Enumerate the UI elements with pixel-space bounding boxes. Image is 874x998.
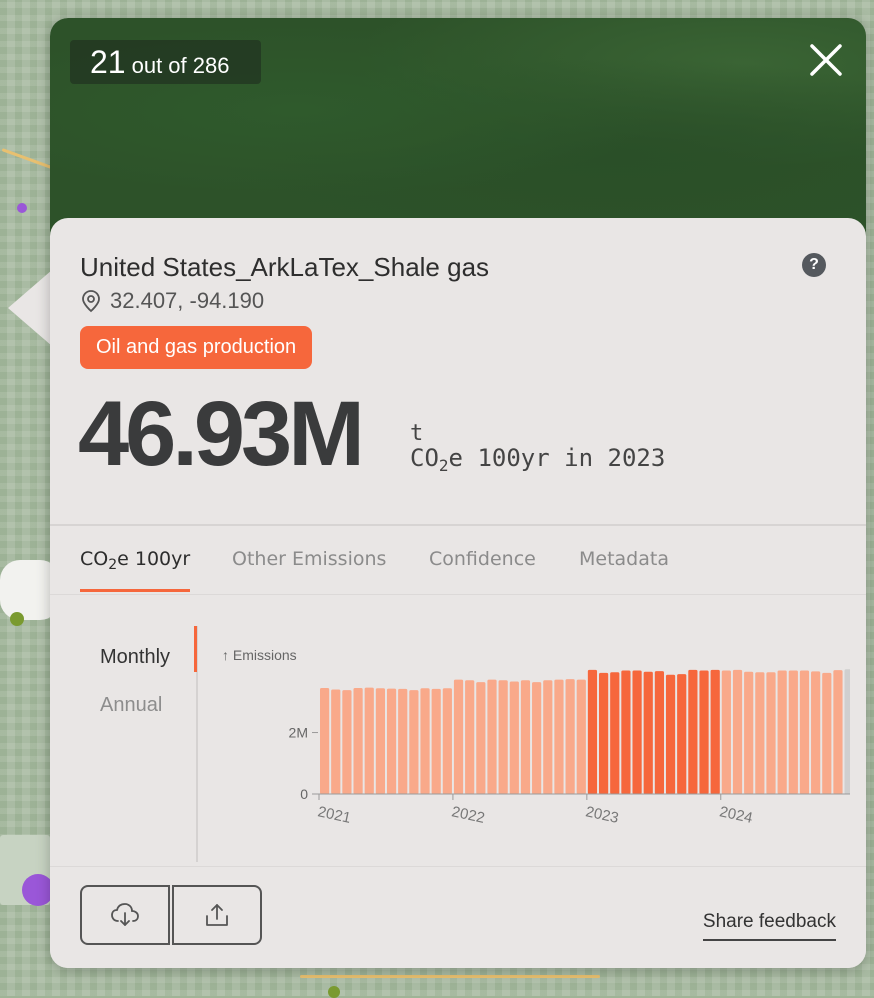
- map-emission-dot[interactable]: [328, 986, 340, 998]
- tab-label-sub: 2: [108, 557, 118, 573]
- detail-panel: United States_ArkLaTex_Shale gas ? 32.40…: [50, 218, 866, 968]
- help-icon[interactable]: ?: [802, 253, 826, 277]
- tab-confidence[interactable]: Confidence: [429, 526, 536, 592]
- share-feedback-link[interactable]: Share feedback: [702, 911, 836, 941]
- emissions-chart[interactable]: ↑ Emissions 02M20212022202320242025: [220, 638, 850, 838]
- chart-bar[interactable]: [833, 670, 843, 794]
- asset-location: 32.407, -94.190: [80, 288, 264, 314]
- share-button[interactable]: [172, 885, 262, 945]
- chart-bar[interactable]: [532, 682, 542, 794]
- chart-bar[interactable]: [599, 672, 609, 794]
- asset-detail-card: 21 out of 286 United States_ArkLaTex_Sha…: [50, 18, 866, 968]
- emissions-desc-suffix: e 100yr in 2023: [448, 444, 666, 472]
- chart-bar[interactable]: [487, 679, 497, 794]
- sector-badge[interactable]: Oil and gas production: [80, 326, 313, 369]
- chart-bar[interactable]: [565, 679, 575, 794]
- chart-bar[interactable]: [710, 669, 720, 794]
- chart-bar[interactable]: [688, 669, 698, 794]
- result-counter: 21 out of 286: [70, 40, 262, 84]
- chart-bar[interactable]: [643, 671, 653, 794]
- tab-metadata[interactable]: Metadata: [579, 526, 669, 592]
- chart-bar[interactable]: [453, 679, 464, 794]
- chart-bar[interactable]: [320, 687, 330, 794]
- card-footer: Share feedback: [50, 866, 866, 968]
- chart-x-tick-label: 2024: [718, 803, 754, 827]
- tab-label-suffix: e 100yr: [117, 548, 191, 570]
- share-icon: [206, 904, 228, 926]
- tab-bar: CO2e 100yr Other Emissions Confidence Me…: [50, 524, 866, 595]
- counter-total: out of 286: [131, 53, 230, 78]
- chart-bar[interactable]: [699, 670, 709, 794]
- emissions-unit: t: [410, 421, 424, 446]
- chart-bar[interactable]: [721, 670, 731, 794]
- chart-bar[interactable]: [509, 681, 519, 794]
- card-pointer: [8, 270, 52, 346]
- chart-bars: [320, 669, 850, 794]
- chart-bar[interactable]: [844, 669, 850, 794]
- period-active-indicator: [194, 626, 197, 672]
- period-monthly[interactable]: Monthly: [100, 646, 170, 669]
- cloud-download-icon: [111, 903, 139, 926]
- chart-bar[interactable]: [576, 679, 586, 794]
- chart-bar[interactable]: [777, 670, 787, 794]
- chart-bar[interactable]: [677, 674, 687, 794]
- chart-bar[interactable]: [744, 671, 754, 794]
- chart-bar[interactable]: [543, 680, 553, 794]
- chart-bar[interactable]: [342, 690, 352, 794]
- emissions-desc-prefix: CO: [410, 444, 439, 472]
- chart-x-tick-label: 2021: [316, 803, 352, 827]
- emissions-desc-sub: 2: [438, 456, 449, 475]
- period-toggle: Monthly Annual: [50, 626, 198, 866]
- chart-bar[interactable]: [610, 672, 620, 794]
- chart-y-axis-label: ↑ Emissions: [222, 647, 297, 663]
- chart-bar[interactable]: [811, 671, 821, 794]
- chart-bar[interactable]: [476, 682, 486, 794]
- close-icon: [810, 44, 842, 76]
- chart-bar[interactable]: [822, 672, 832, 794]
- chart-bar[interactable]: [587, 669, 598, 794]
- chart-bar[interactable]: [420, 688, 430, 794]
- chart-x-tick-label: 2022: [450, 803, 486, 827]
- period-annual[interactable]: Annual: [100, 694, 162, 717]
- chart-bar[interactable]: [788, 670, 798, 794]
- location-pin-icon: [82, 290, 100, 313]
- chart-bar[interactable]: [732, 669, 743, 794]
- chart-bar[interactable]: [386, 688, 397, 794]
- coordinates-text: 32.407, -94.190: [110, 288, 265, 313]
- tab-co2e-100yr[interactable]: CO2e 100yr: [80, 526, 191, 592]
- chart-bar[interactable]: [755, 672, 765, 794]
- chart-bar[interactable]: [799, 670, 810, 794]
- map-emission-dot[interactable]: [17, 203, 27, 213]
- chart-y-tick-label: 0: [300, 786, 308, 802]
- chart-bar[interactable]: [554, 679, 564, 794]
- chart-bar[interactable]: [331, 689, 341, 794]
- chart-bar[interactable]: [665, 674, 676, 794]
- chart-bar[interactable]: [621, 670, 631, 794]
- map-road: [300, 975, 600, 978]
- chart-bar[interactable]: [442, 688, 452, 794]
- chart-bar[interactable]: [364, 687, 374, 794]
- chart-bar[interactable]: [498, 680, 508, 794]
- chart-bar[interactable]: [431, 688, 441, 794]
- tab-label-prefix: CO: [80, 548, 109, 570]
- chart-bar[interactable]: [520, 680, 531, 794]
- close-button[interactable]: [806, 40, 846, 80]
- download-button[interactable]: [80, 885, 170, 945]
- chart-bar[interactable]: [465, 680, 475, 794]
- tab-other-emissions[interactable]: Other Emissions: [232, 526, 386, 592]
- counter-current: 21: [90, 44, 126, 80]
- chart-bar[interactable]: [654, 671, 664, 794]
- chart-bar[interactable]: [398, 688, 408, 794]
- asset-name: United States_ArkLaTex_Shale gas: [80, 252, 490, 282]
- chart-bar[interactable]: [409, 690, 419, 794]
- chart-bar[interactable]: [375, 688, 385, 794]
- chart-y-tick-label: 2M: [289, 725, 308, 741]
- chart-bar[interactable]: [353, 687, 363, 794]
- emissions-description: CO2e 100yr in 2023: [410, 444, 665, 475]
- map-emission-dot[interactable]: [10, 612, 24, 626]
- chart-bar[interactable]: [632, 670, 642, 794]
- emissions-value: 46.93M: [78, 383, 365, 485]
- chart-x-tick-label: 2023: [584, 803, 620, 827]
- chart-bar[interactable]: [766, 672, 776, 794]
